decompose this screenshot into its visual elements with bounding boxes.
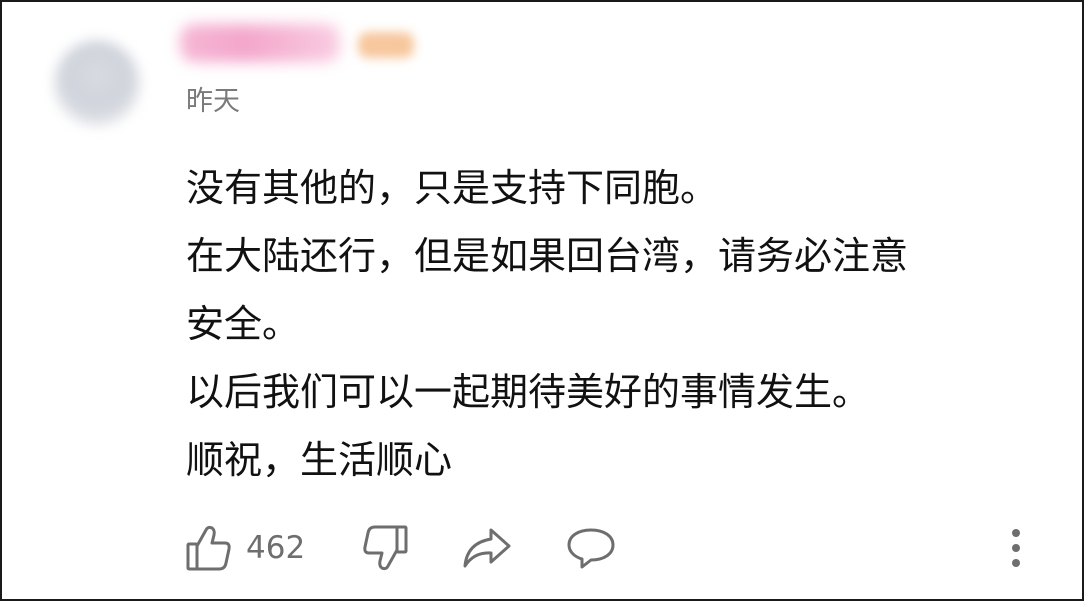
comment-body: 没有其他的，只是支持下同胞。 在大陆还行，但是如果回台湾，请务必注意 安全。 以…	[186, 154, 1066, 494]
like-button[interactable]: 462	[186, 520, 305, 576]
comment-timestamp: 昨天	[186, 86, 240, 117]
speech-bubble-icon	[566, 526, 616, 570]
username-redacted[interactable]	[180, 24, 340, 62]
thumbs-down-icon	[362, 524, 408, 572]
comment-line: 安全。	[186, 302, 301, 346]
avatar[interactable]	[54, 40, 140, 126]
comment-line: 顺祝，生活顺心	[186, 438, 453, 482]
comment-actions: 462	[186, 520, 1066, 576]
share-button[interactable]	[462, 520, 512, 576]
more-options-button[interactable]	[1004, 520, 1028, 576]
dislike-button[interactable]	[362, 520, 408, 576]
reply-button[interactable]	[566, 520, 616, 576]
thumbs-up-icon	[186, 524, 232, 572]
like-count: 462	[246, 530, 306, 566]
vertical-dots-icon	[1004, 525, 1028, 571]
comment-line: 在大陆还行，但是如果回台湾，请务必注意	[186, 234, 909, 278]
share-arrow-icon	[462, 526, 512, 570]
comment-line: 没有其他的，只是支持下同胞。	[186, 166, 719, 210]
comment-line: 以后我们可以一起期待美好的事情发生。	[186, 370, 871, 414]
user-badge-redacted	[358, 32, 414, 58]
comment-card: 昨天 没有其他的，只是支持下同胞。 在大陆还行，但是如果回台湾，请务必注意 安全…	[0, 0, 1084, 601]
